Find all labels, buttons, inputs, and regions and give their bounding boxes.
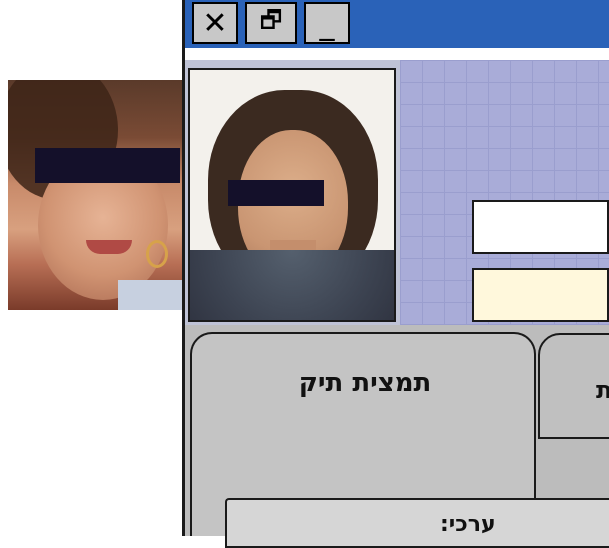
censor-bar-left xyxy=(35,148,180,183)
coat xyxy=(190,250,394,320)
censor-bar-center xyxy=(228,180,324,206)
close-button[interactable]: ✕ xyxy=(192,2,238,44)
restore-button[interactable]: 🗗 xyxy=(245,2,297,44)
header-gap xyxy=(185,48,609,60)
minimize-button[interactable]: _ xyxy=(304,2,350,44)
mouth xyxy=(86,240,132,254)
tab-case-summary-label: תמצית תיק xyxy=(298,368,432,398)
text-field-white[interactable] xyxy=(472,200,609,254)
text-field-cream[interactable] xyxy=(472,268,609,322)
values-group xyxy=(225,498,609,548)
face-photo-left xyxy=(8,80,182,310)
shoulder xyxy=(118,280,182,310)
earring xyxy=(146,240,168,268)
values-label: ערכי: xyxy=(440,512,496,537)
tab-inactive-label: ת xyxy=(596,376,609,404)
